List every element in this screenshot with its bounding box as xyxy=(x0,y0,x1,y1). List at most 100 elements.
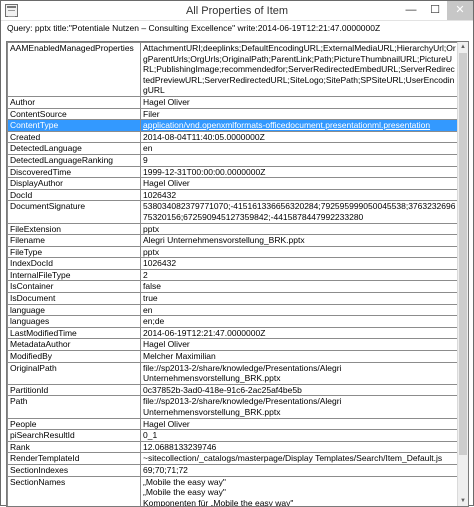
property-value[interactable]: Hagel Oliver xyxy=(140,177,459,190)
title-bar[interactable]: All Properties of Item — ☐ ✕ xyxy=(1,1,473,21)
property-row[interactable]: LastModifiedTime 2014-06-19T12:21:47.0000… xyxy=(7,326,459,340)
property-row[interactable]: IsDocument true xyxy=(7,292,459,305)
property-value[interactable]: application/vnd.openxmlformats-officedoc… xyxy=(140,119,459,132)
property-name[interactable]: IndexDocId xyxy=(7,257,141,270)
property-row[interactable]: Filename Alegri Unternehmensvorstellung_B… xyxy=(7,234,459,247)
property-name[interactable]: MetadataAuthor xyxy=(7,338,141,352)
property-row[interactable]: FileExtension pptx xyxy=(7,222,459,236)
property-row[interactable]: Rank 12.0688133239746 xyxy=(7,440,459,454)
property-value[interactable]: pptx xyxy=(140,222,459,236)
scroll-down-arrow-icon[interactable]: ▼ xyxy=(458,496,468,506)
property-name[interactable]: DisplayAuthor xyxy=(7,177,141,190)
property-row[interactable]: RenderTemplateId ~sitecollection/_catalog… xyxy=(7,452,459,465)
property-value[interactable]: Alegri Unternehmensvorstellung_BRK.pptx xyxy=(140,234,459,247)
property-value[interactable]: 0c37852b-3ad0-418e-91c6-2ac25af4be5b xyxy=(140,383,459,397)
property-row[interactable]: languages en;de xyxy=(7,315,459,328)
property-row[interactable]: Author Hagel Oliver xyxy=(7,95,459,109)
property-value[interactable]: 2014-08-04T11:40:05.0000000Z xyxy=(140,130,459,144)
vertical-scrollbar[interactable]: ▲ ▼ xyxy=(457,42,468,506)
property-row[interactable]: DetectedLanguageRanking 9 xyxy=(7,153,459,167)
property-value[interactable]: ~sitecollection/_catalogs/masterpage/Dis… xyxy=(140,452,459,465)
property-row[interactable]: DocumentSignature 538034082379771070;-415… xyxy=(7,200,459,224)
property-row[interactable]: SectionIndexes 69;70;71;72 xyxy=(7,463,459,477)
property-name[interactable]: PartitionId xyxy=(7,383,141,397)
property-name[interactable]: IsDocument xyxy=(7,292,141,305)
property-row[interactable]: DocId 1026432 xyxy=(7,188,459,202)
property-value[interactable]: file://sp2013-2/share/knowledge/Presenta… xyxy=(140,361,459,385)
property-row[interactable]: IndexDocId 1026432 xyxy=(7,257,459,270)
property-name[interactable]: LastModifiedTime xyxy=(7,326,141,340)
property-value[interactable]: AttachmentURI;deeplinks;DefaultEncodingU… xyxy=(140,42,459,97)
property-value[interactable]: 2 xyxy=(140,268,459,282)
property-value[interactable]: Hagel Oliver xyxy=(140,417,459,431)
property-value[interactable]: en xyxy=(140,142,459,155)
property-value[interactable]: 69;70;71;72 xyxy=(140,463,459,477)
property-row[interactable]: ModifiedBy Melcher Maximilian xyxy=(7,350,459,363)
property-row[interactable]: InternalFileType 2 xyxy=(7,268,459,282)
property-name[interactable]: DocId xyxy=(7,188,141,202)
property-name[interactable]: InternalFileType xyxy=(7,268,141,282)
property-name[interactable]: DocumentSignature xyxy=(7,200,141,224)
property-name[interactable]: ContentSource xyxy=(7,107,141,121)
property-value[interactable]: file://sp2013-2/share/knowledge/Presenta… xyxy=(140,395,459,419)
property-name[interactable]: People xyxy=(7,417,141,431)
close-button[interactable]: ✕ xyxy=(447,1,473,20)
property-name[interactable]: Filename xyxy=(7,234,141,247)
property-row[interactable]: FileType pptx xyxy=(7,245,459,259)
property-name[interactable]: languages xyxy=(7,315,141,328)
property-value[interactable]: 2014-06-19T12:21:47.0000000Z xyxy=(140,326,459,340)
property-row[interactable]: ContentSource Filer xyxy=(7,107,459,121)
property-name[interactable]: piSearchResultId xyxy=(7,429,141,442)
property-row[interactable]: People Hagel Oliver xyxy=(7,417,459,431)
property-value[interactable]: true xyxy=(140,292,459,305)
property-row[interactable]: language en xyxy=(7,303,459,317)
property-name[interactable]: SectionIndexes xyxy=(7,463,141,477)
property-value[interactable]: Filer xyxy=(140,107,459,121)
property-name[interactable]: RenderTemplateId xyxy=(7,452,141,465)
property-value[interactable]: Hagel Oliver xyxy=(140,338,459,352)
property-row[interactable]: DetectedLanguage en xyxy=(7,142,459,155)
property-name[interactable]: AAMEnabledManagedProperties xyxy=(7,42,141,97)
maximize-button[interactable]: ☐ xyxy=(423,1,447,20)
property-value[interactable]: Melcher Maximilian xyxy=(140,350,459,363)
property-name[interactable]: ContentType xyxy=(7,119,141,132)
property-row[interactable]: Path file://sp2013-2/share/knowledge/Pres… xyxy=(7,395,459,419)
property-name[interactable]: OriginalPath xyxy=(7,361,141,385)
property-value[interactable]: false xyxy=(140,280,459,294)
property-row[interactable]: IsContainer false xyxy=(7,280,459,294)
property-name[interactable]: DiscoveredTime xyxy=(7,165,141,179)
property-value[interactable]: 538034082379771070;-415161336656320284;7… xyxy=(140,200,459,224)
property-value[interactable]: pptx xyxy=(140,245,459,259)
property-value[interactable]: 0_1 xyxy=(140,429,459,442)
property-name[interactable]: IsContainer xyxy=(7,280,141,294)
property-name[interactable]: DetectedLanguageRanking xyxy=(7,153,141,167)
property-row[interactable]: DisplayAuthor Hagel Oliver xyxy=(7,177,459,190)
property-value[interactable]: Hagel Oliver xyxy=(140,95,459,109)
property-row[interactable]: piSearchResultId 0_1 xyxy=(7,429,459,442)
property-value[interactable]: 12.0688133239746 xyxy=(140,440,459,454)
minimize-button[interactable]: — xyxy=(399,1,423,20)
property-value[interactable]: 1026432 xyxy=(140,257,459,270)
property-row[interactable]: AAMEnabledManagedProperties AttachmentURI… xyxy=(7,42,459,97)
property-name[interactable]: Created xyxy=(7,130,141,144)
property-name[interactable]: ModifiedBy xyxy=(7,350,141,363)
property-row[interactable]: MetadataAuthor Hagel Oliver xyxy=(7,338,459,352)
property-row[interactable]: ContentType application/vnd.openxmlformat… xyxy=(7,119,459,132)
property-name[interactable]: Author xyxy=(7,95,141,109)
property-name[interactable]: DetectedLanguage xyxy=(7,142,141,155)
property-name[interactable]: Path xyxy=(7,395,141,419)
property-value[interactable]: en;de xyxy=(140,315,459,328)
property-value[interactable]: 1999-12-31T00:00:00.0000000Z xyxy=(140,165,459,179)
property-row[interactable]: OriginalPath file://sp2013-2/share/knowle… xyxy=(7,361,459,385)
property-row[interactable]: PartitionId 0c37852b-3ad0-418e-91c6-2ac25… xyxy=(7,383,459,397)
property-name[interactable]: SectionNames xyxy=(7,475,141,506)
property-value[interactable]: „Mobile the easy way" „Mobile the easy wa… xyxy=(140,475,459,506)
property-value[interactable]: 1026432 xyxy=(140,188,459,202)
property-row[interactable]: SectionNames „Mobile the easy way" „Mobile… xyxy=(7,475,459,506)
property-name[interactable]: Rank xyxy=(7,440,141,454)
property-row[interactable]: Created 2014-08-04T11:40:05.0000000Z xyxy=(7,130,459,144)
property-row[interactable]: DiscoveredTime 1999-12-31T00:00:00.000000… xyxy=(7,165,459,179)
property-value[interactable]: 9 xyxy=(140,153,459,167)
scroll-up-arrow-icon[interactable]: ▲ xyxy=(458,42,468,52)
scroll-thumb[interactable] xyxy=(459,53,467,455)
